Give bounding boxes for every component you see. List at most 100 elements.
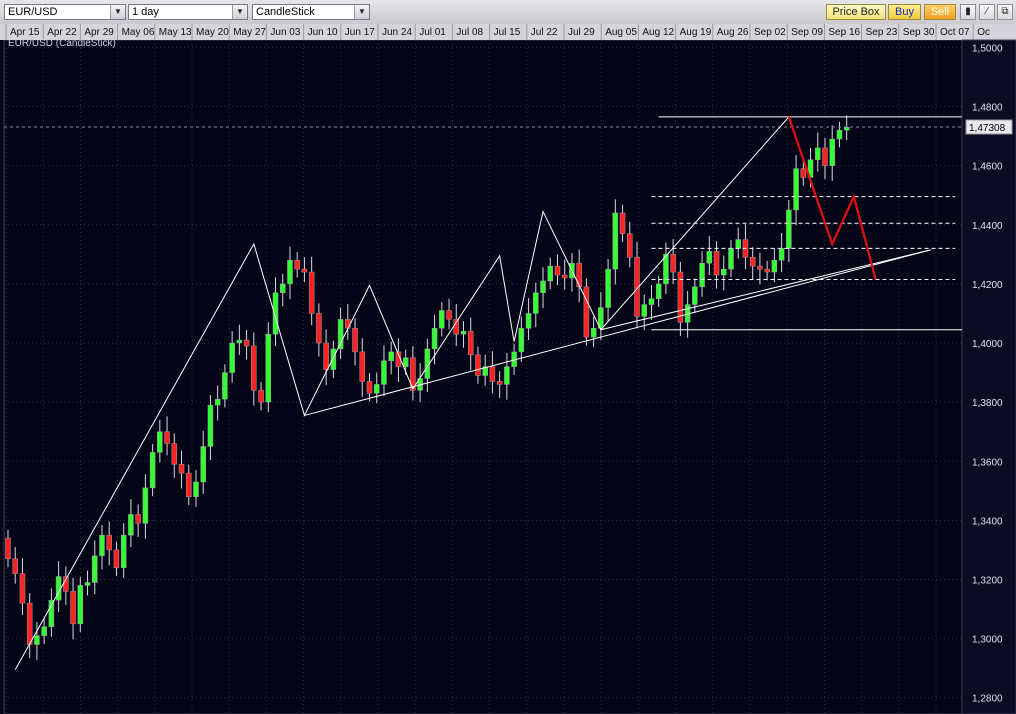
- candle-body: [99, 534, 105, 557]
- candle-body: [670, 254, 676, 273]
- x-tick-label: Jun 24: [382, 27, 412, 38]
- candle-body: [251, 345, 257, 391]
- x-tick-label: Apr 29: [84, 27, 114, 38]
- candle-body: [706, 251, 713, 264]
- sell-button[interactable]: Sell: [924, 4, 956, 20]
- candle-body: [41, 626, 47, 636]
- x-tick-label: Jul 29: [568, 27, 595, 38]
- candle-body: [186, 472, 192, 497]
- candle-body: [800, 168, 807, 178]
- candle-body: [5, 537, 11, 560]
- x-tick-label: Aug 26: [717, 27, 749, 38]
- candle-body: [222, 372, 228, 400]
- y-tick-label: 1,3400: [972, 516, 1003, 527]
- candle-body: [446, 310, 452, 320]
- candle-body: [34, 635, 40, 645]
- chevron-down-icon[interactable]: ▼: [354, 5, 369, 19]
- candle-up: [77, 577, 84, 633]
- candle-body: [388, 351, 394, 361]
- chevron-down-icon[interactable]: ▼: [232, 5, 247, 19]
- chart-grid: [3, 39, 974, 714]
- chart-type-select[interactable]: CandleStick ▼: [252, 4, 370, 20]
- candle-body: [330, 348, 337, 370]
- x-tick-label: May 27: [233, 27, 266, 38]
- candle-body: [836, 129, 843, 140]
- candle-body: [157, 431, 163, 453]
- candle-body: [84, 582, 91, 586]
- x-tick-label: May 13: [159, 27, 192, 38]
- candle-body: [822, 147, 828, 166]
- candle-body: [287, 259, 293, 285]
- candle-body: [518, 327, 525, 353]
- x-tick-label: May 06: [122, 27, 155, 38]
- candle-body: [200, 446, 206, 483]
- x-tick-label: Jul 01: [419, 27, 446, 38]
- candle-body: [106, 534, 112, 551]
- buy-button[interactable]: Buy: [888, 4, 921, 20]
- candle-body: [771, 259, 778, 273]
- candle-body: [70, 591, 76, 625]
- x-tick-label: Jul 15: [494, 27, 521, 38]
- candle-body: [627, 233, 633, 258]
- timeframe-select[interactable]: 1 day ▼: [128, 4, 248, 20]
- candle-body: [757, 265, 763, 270]
- candle-body: [279, 283, 286, 294]
- x-tick-label: Jun 17: [345, 27, 375, 38]
- candle-body: [19, 573, 26, 604]
- candle-body: [764, 268, 770, 273]
- candle-body: [193, 481, 199, 497]
- candle-body: [489, 366, 496, 382]
- candle-body: [699, 262, 705, 288]
- candle-body: [243, 339, 250, 347]
- candle-body: [843, 126, 850, 131]
- candle-body: [323, 342, 329, 370]
- draw-line-icon[interactable]: ∕: [979, 4, 995, 20]
- candle-body: [272, 292, 279, 335]
- y-axis: 1,2800 1,3000 1,3200 1,3400 1,3600 1,3800 1,40…: [961, 39, 1016, 714]
- candle-body: [533, 292, 539, 314]
- candle-body: [721, 268, 727, 276]
- candle-body: [12, 558, 18, 574]
- y-tick-label: 1,4600: [972, 162, 1003, 173]
- candle-body: [431, 327, 438, 350]
- candle-body: [576, 262, 582, 288]
- candle-body: [373, 384, 380, 394]
- candle-body: [619, 212, 626, 234]
- x-tick-label: Jun 03: [270, 27, 300, 38]
- y-tick-label: 1,3000: [972, 635, 1003, 646]
- y-tick-label: 1,4000: [972, 339, 1003, 350]
- candle-body: [359, 351, 366, 382]
- candle-body: [475, 354, 481, 376]
- candle-body: [366, 381, 373, 394]
- x-tick-label: Aug 19: [680, 27, 712, 38]
- detach-window-icon[interactable]: ⧉: [997, 4, 1013, 20]
- candle-body: [135, 514, 141, 524]
- candle-body: [229, 342, 235, 373]
- candle-body: [749, 257, 756, 267]
- candle-body: [258, 390, 264, 403]
- candlestick-chart[interactable]: Apr 15 Apr 22 Apr 29 May 06 May 13 May 20 May …: [0, 24, 1016, 714]
- symbol-select[interactable]: EUR/USD ▼: [4, 4, 126, 20]
- candle-body: [345, 319, 351, 329]
- candle-body: [786, 209, 792, 249]
- x-tick-label: Oc: [977, 27, 990, 38]
- candle-body: [590, 327, 597, 338]
- chevron-down-icon[interactable]: ▼: [110, 5, 125, 19]
- y-tick-label: 1,4200: [972, 280, 1003, 291]
- candle-body: [547, 265, 553, 282]
- x-tick-label: Oct 07: [940, 27, 970, 38]
- candle-body: [236, 339, 243, 344]
- y-tick-label: 1,3800: [972, 398, 1003, 409]
- candle-body: [778, 248, 785, 261]
- bar-chart-icon[interactable]: ▮: [960, 4, 976, 20]
- candle-body: [316, 313, 322, 344]
- x-tick-label: Apr 22: [47, 27, 77, 38]
- candle-body: [164, 431, 170, 444]
- candle-body: [612, 212, 619, 270]
- candle-body: [128, 514, 134, 536]
- price-box-button[interactable]: Price Box: [826, 4, 886, 20]
- chart-title: EUR/USD (CandleStick): [8, 38, 116, 49]
- candle-body: [381, 360, 387, 385]
- x-tick-label: Aug 05: [605, 27, 637, 38]
- candle-body: [641, 304, 647, 317]
